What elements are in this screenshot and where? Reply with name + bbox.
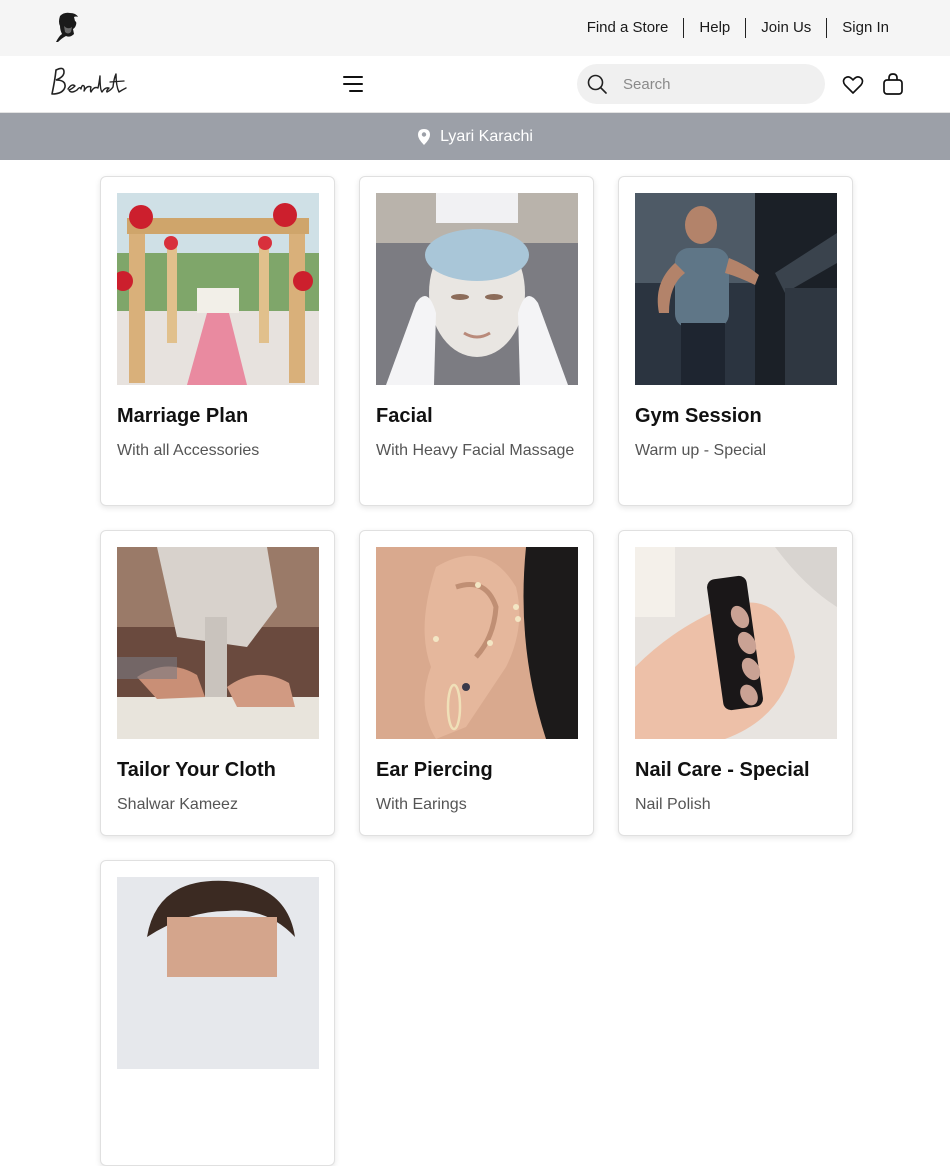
search-input[interactable] (623, 72, 813, 96)
join-us-link[interactable]: Join Us (746, 18, 826, 38)
location-label: Lyari Karachi (440, 127, 533, 145)
service-card-gym-session[interactable]: Gym Session Warm up - Special (618, 176, 853, 506)
sign-in-link[interactable]: Sign In (827, 18, 889, 38)
find-store-link[interactable]: Find a Store (572, 18, 684, 38)
shopping-bag-icon[interactable] (882, 72, 904, 96)
card-subtitle: Nail Polish (635, 796, 711, 813)
search-bar (577, 64, 825, 104)
card-title: Gym Session (635, 405, 762, 427)
search-icon[interactable] (587, 74, 607, 94)
location-bar[interactable]: Lyari Karachi (0, 113, 950, 160)
service-card-tailor[interactable]: Tailor Your Cloth Shalwar Kameez (100, 530, 335, 836)
card-subtitle: With all Accessories (117, 442, 260, 459)
heart-icon[interactable] (842, 74, 864, 96)
card-title: Tailor Your Cloth (117, 759, 276, 781)
ear-piercing-image (376, 547, 578, 739)
service-card-hair[interactable] (100, 860, 335, 1166)
gym-session-image (635, 193, 837, 385)
main-nav (0, 56, 950, 113)
card-title: Marriage Plan (117, 405, 249, 427)
card-title: Ear Piercing (376, 759, 493, 781)
utility-bar: Find a Store Help Join Us Sign In (0, 0, 950, 56)
service-card-nail-care[interactable]: Nail Care - Special Nail Polish (618, 530, 853, 836)
service-card-facial[interactable]: Facial With Heavy Facial Massage (359, 176, 594, 506)
card-title: Nail Care - Special (635, 759, 810, 781)
card-subtitle: With Heavy Facial Massage (376, 442, 575, 459)
logo[interactable] (46, 64, 130, 104)
card-subtitle: Warm up - Special (635, 442, 766, 459)
nail-care-image (635, 547, 837, 739)
tailor-image (117, 547, 319, 739)
facial-image (376, 193, 578, 385)
marriage-plan-image (117, 193, 319, 385)
card-subtitle: Shalwar Kameez (117, 796, 238, 813)
hair-image (117, 877, 319, 1069)
card-title: Facial (376, 405, 433, 427)
service-card-marriage-plan[interactable]: Marriage Plan With all Accessories (100, 176, 335, 506)
location-pin-icon (418, 128, 431, 145)
hamburger-menu-icon[interactable] (343, 75, 363, 93)
card-subtitle: With Earings (376, 796, 467, 813)
service-card-ear-piercing[interactable]: Ear Piercing With Earings (359, 530, 594, 836)
brand-mark-icon[interactable] (54, 12, 82, 44)
help-link[interactable]: Help (684, 18, 745, 38)
